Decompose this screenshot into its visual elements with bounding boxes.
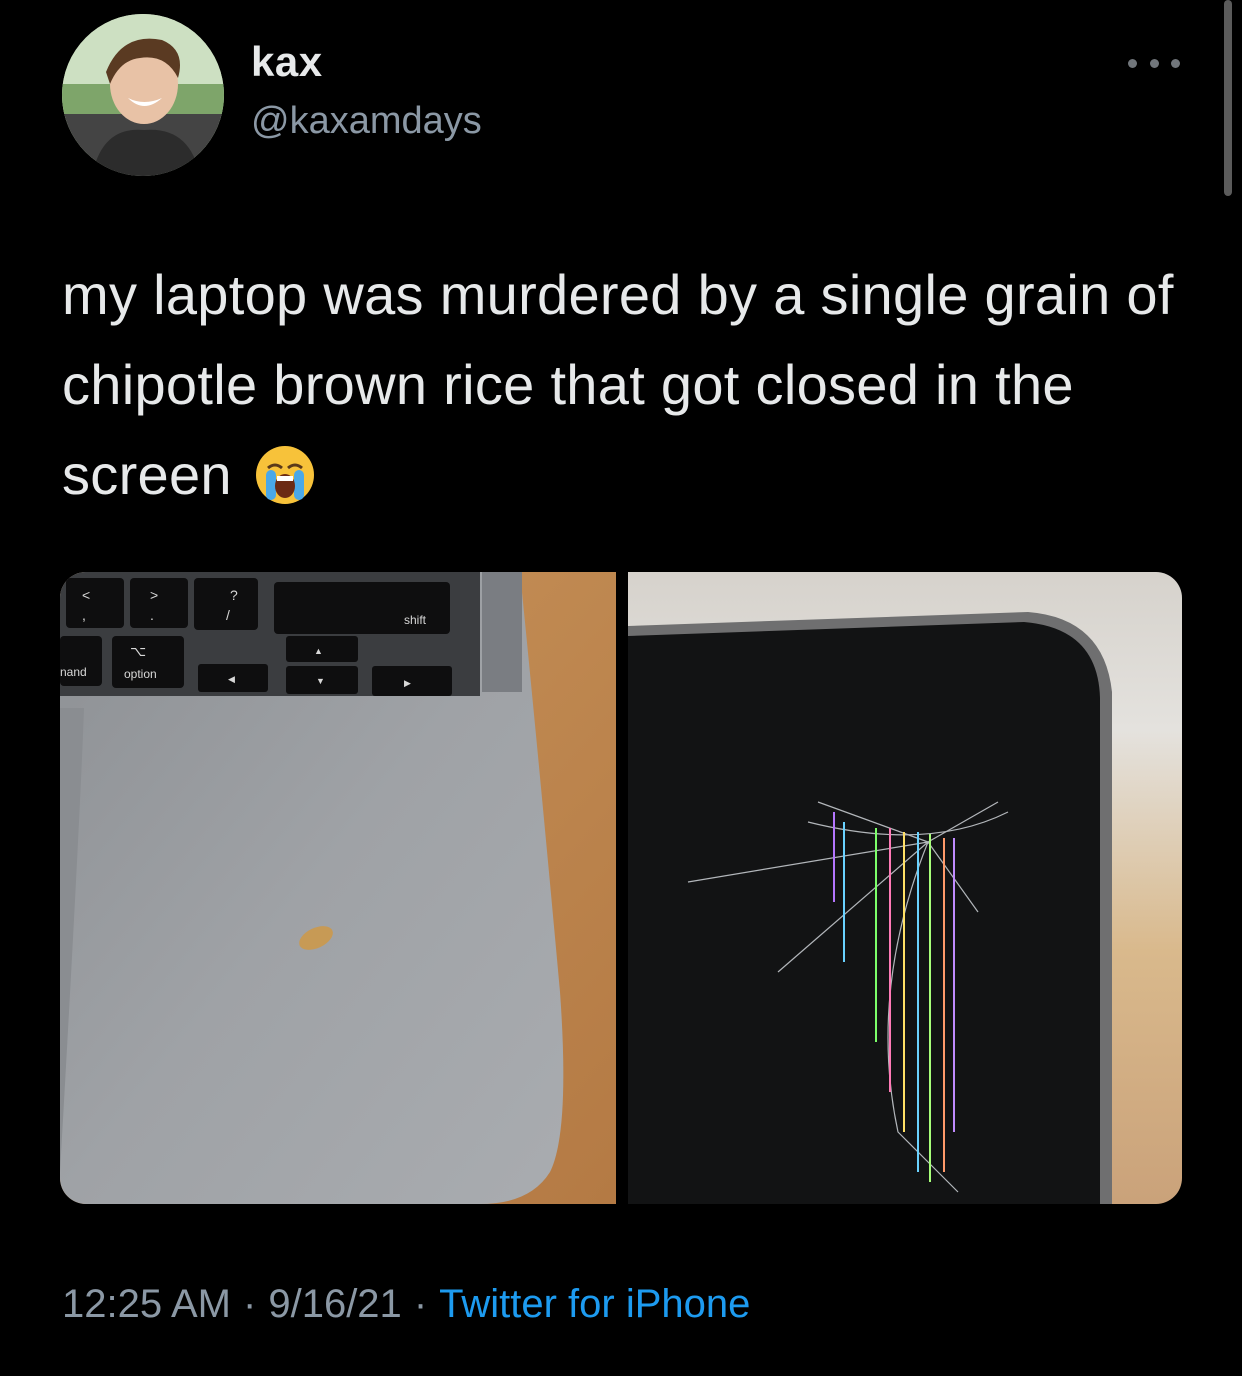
- tweet-detail: kax @kaxamdays my laptop was murdered by…: [0, 0, 1242, 1376]
- key-label-option-glyph: ⌥: [130, 643, 146, 659]
- key-arrow-right: [372, 666, 452, 696]
- more-options-button[interactable]: [1128, 48, 1180, 78]
- scrollbar[interactable]: [1224, 0, 1232, 196]
- more-icon-dot: [1149, 58, 1159, 68]
- tweet-source-link[interactable]: Twitter for iPhone: [439, 1282, 750, 1326]
- author-display-name[interactable]: kax: [251, 38, 323, 86]
- tweet-date[interactable]: 9/16/21: [268, 1282, 401, 1326]
- more-horizontal-icon: [1128, 58, 1137, 68]
- tweet-text-content: my laptop was murdered by a single grain…: [62, 263, 1174, 506]
- photo-cracked-screen[interactable]: [628, 572, 1182, 1204]
- key-label-greater-than: >: [150, 587, 158, 603]
- key-label-command: nand: [60, 665, 87, 679]
- tweet-metadata: 12:25 AM · 9/16/21 · Twitter for iPhone: [62, 1282, 750, 1327]
- avatar[interactable]: [62, 14, 224, 176]
- loudly-crying-face-icon: [254, 442, 316, 505]
- key-less-than: [66, 578, 124, 628]
- meta-separator: ·: [243, 1282, 257, 1326]
- photo-laptop-keyboard[interactable]: < , > . ? / shift ⌥ option nand ▲ ◀ ▼ ▶: [60, 572, 616, 1204]
- media-grid: < , > . ? / shift ⌥ option nand ▲ ◀ ▼ ▶: [60, 572, 1182, 1204]
- more-icon-dot: [1171, 58, 1180, 68]
- key-label-shift: shift: [404, 613, 427, 627]
- meta-separator: ·: [413, 1282, 428, 1326]
- key-label-arrow-up: ▲: [314, 646, 323, 656]
- key-label-question: ?: [230, 587, 238, 603]
- key-label-option: option: [124, 667, 157, 681]
- key-label-period: .: [150, 607, 154, 623]
- key-label-less-than: <: [82, 587, 90, 603]
- key-greater-than: [130, 578, 188, 628]
- key-label-arrow-down: ▼: [316, 676, 325, 686]
- key-label-slash: /: [226, 607, 230, 623]
- key-label-comma: ,: [82, 607, 86, 623]
- avatar-photo: [62, 14, 224, 176]
- author-handle[interactable]: @kaxamdays: [251, 100, 482, 143]
- key-label-arrow-right: ▶: [404, 678, 411, 688]
- key-label-arrow-left: ◀: [228, 674, 235, 684]
- tweet-text: my laptop was murdered by a single grain…: [62, 250, 1182, 520]
- tweet-time[interactable]: 12:25 AM: [62, 1282, 231, 1326]
